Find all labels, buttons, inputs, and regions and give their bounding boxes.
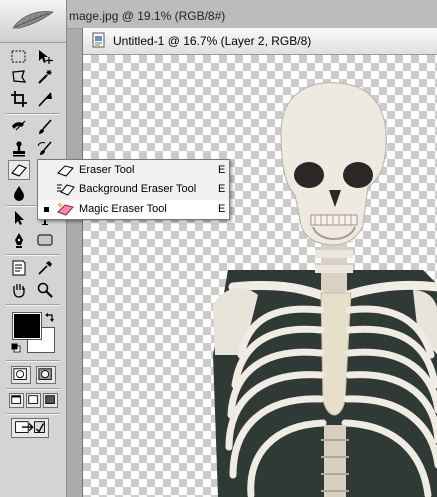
tool-row bbox=[8, 139, 58, 161]
quick-mask-mode-button[interactable] bbox=[36, 366, 56, 384]
screen-mode-icon bbox=[45, 395, 55, 404]
flyout-item-shortcut: E bbox=[218, 203, 226, 215]
toolbox-divider bbox=[6, 113, 60, 115]
toolbox-divider bbox=[6, 413, 60, 415]
move-tool-icon[interactable] bbox=[34, 47, 56, 67]
hand-tool-icon[interactable] bbox=[8, 280, 30, 300]
background-document-titlebar[interactable]: mage.jpg @ 19.1% (RGB/8#) bbox=[67, 0, 437, 29]
flyout-item-eraser-tool[interactable]: Eraser Tool E bbox=[38, 161, 229, 180]
toolbox-divider bbox=[6, 304, 60, 306]
notes-tool-icon[interactable] bbox=[8, 258, 30, 278]
lasso-tool-icon[interactable] bbox=[8, 67, 30, 87]
screen-mode-icon bbox=[28, 395, 38, 404]
standard-screen-mode-button[interactable] bbox=[9, 393, 24, 408]
shape-tool-icon[interactable] bbox=[34, 230, 56, 250]
standard-mode-button[interactable] bbox=[11, 366, 31, 384]
path-selection-tool-icon[interactable] bbox=[8, 208, 30, 228]
toolbox-divider bbox=[6, 254, 60, 256]
toolbox-divider bbox=[6, 388, 60, 390]
foreground-color-swatch[interactable] bbox=[12, 312, 42, 340]
tool-row bbox=[8, 117, 58, 139]
eyedropper-tool-icon[interactable] bbox=[34, 258, 56, 278]
standard-mode-icon bbox=[13, 368, 27, 380]
tool-row bbox=[8, 67, 58, 89]
tool-row bbox=[8, 89, 58, 111]
blur-tool-icon[interactable] bbox=[8, 183, 30, 203]
flyout-item-magic-eraser-tool[interactable]: Magic Eraser Tool E bbox=[38, 200, 229, 219]
background-eraser-icon bbox=[57, 184, 75, 196]
photoshop-document-icon bbox=[92, 32, 105, 48]
zoom-tool-icon[interactable] bbox=[34, 280, 56, 300]
document-title: Untitled-1 @ 16.7% (Layer 2, RGB/8) bbox=[113, 34, 312, 48]
tool-row bbox=[8, 47, 58, 69]
pen-tool-icon[interactable] bbox=[8, 230, 30, 250]
document-window: Untitled-1 @ 16.7% (Layer 2, RGB/8) bbox=[82, 28, 437, 497]
flyout-item-label: Eraser Tool bbox=[79, 164, 135, 176]
toolbox-panel bbox=[0, 0, 67, 497]
eraser-icon bbox=[57, 165, 74, 177]
clone-stamp-tool-icon[interactable] bbox=[8, 139, 30, 159]
flyout-item-shortcut: E bbox=[218, 164, 226, 176]
skeleton-image bbox=[213, 82, 437, 497]
marquee-tool-icon[interactable] bbox=[8, 47, 30, 67]
document-canvas[interactable] bbox=[83, 55, 437, 497]
swap-colors-icon[interactable] bbox=[44, 312, 56, 324]
eraser-tool-flyout-menu: Eraser Tool E Background Eraser Tool E M… bbox=[37, 159, 230, 220]
flyout-item-background-eraser-tool[interactable]: Background Eraser Tool E bbox=[38, 180, 229, 199]
flyout-item-label: Background Eraser Tool bbox=[79, 183, 197, 195]
magic-eraser-icon bbox=[57, 203, 74, 216]
flyout-item-shortcut: E bbox=[218, 183, 226, 195]
magic-wand-tool-icon[interactable] bbox=[34, 67, 56, 87]
flyout-item-label: Magic Eraser Tool bbox=[79, 203, 167, 215]
jump-to-imageready-button[interactable] bbox=[11, 418, 49, 438]
quick-mask-mode-icon bbox=[38, 368, 52, 380]
full-screen-mode-button[interactable] bbox=[43, 393, 58, 408]
brush-tool-icon[interactable] bbox=[34, 117, 56, 137]
tool-row bbox=[8, 230, 58, 252]
slice-tool-icon[interactable] bbox=[34, 89, 56, 109]
tool-row bbox=[8, 280, 58, 302]
background-document-title: mage.jpg @ 19.1% (RGB/8#) bbox=[69, 9, 226, 23]
tool-row bbox=[8, 258, 58, 280]
selected-bullet-icon bbox=[44, 207, 49, 212]
healing-brush-tool-icon[interactable] bbox=[8, 117, 30, 137]
default-colors-icon[interactable] bbox=[11, 343, 21, 353]
photoshop-feather-icon bbox=[12, 11, 55, 29]
eraser-tool-icon[interactable] bbox=[8, 160, 30, 180]
toolbox-header[interactable] bbox=[0, 0, 66, 43]
document-titlebar[interactable]: Untitled-1 @ 16.7% (Layer 2, RGB/8) bbox=[83, 28, 437, 55]
crop-tool-icon[interactable] bbox=[8, 89, 30, 109]
full-screen-menu-mode-button[interactable] bbox=[26, 393, 41, 408]
screen-mode-icon bbox=[11, 395, 21, 404]
toolbox-divider bbox=[6, 360, 60, 362]
jump-to-imageready-icon bbox=[15, 421, 45, 433]
history-brush-tool-icon[interactable] bbox=[34, 139, 56, 159]
